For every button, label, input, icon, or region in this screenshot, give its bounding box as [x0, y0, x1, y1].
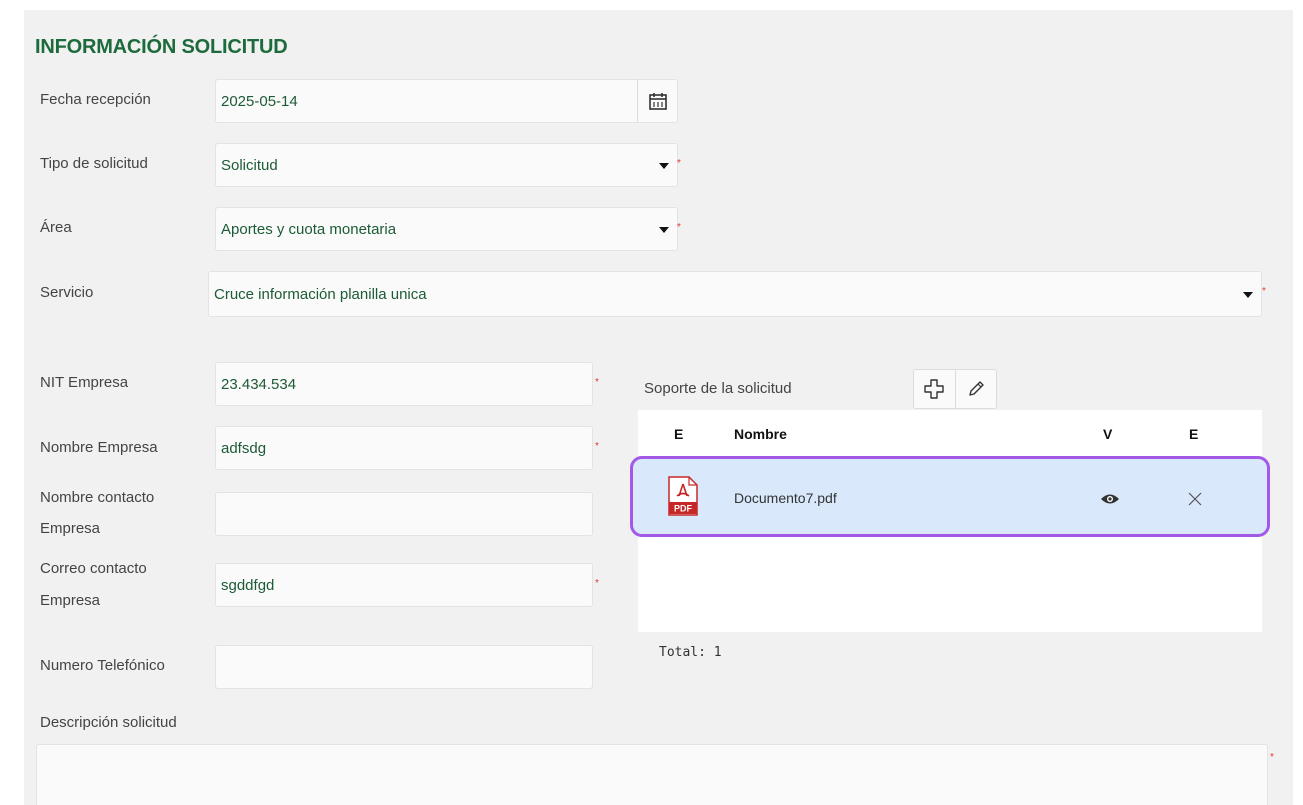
- column-header-e: E: [674, 426, 684, 442]
- nit-empresa-label: NIT Empresa: [40, 374, 129, 391]
- required-mark: *: [677, 158, 681, 169]
- column-header-e2: E: [1189, 426, 1199, 442]
- required-mark: *: [595, 441, 599, 452]
- nombre-empresa-value: adfsdg: [221, 439, 267, 457]
- correo-contacto-value: sgddfgd: [221, 576, 275, 594]
- area-value: Aportes y cuota monetaria: [221, 220, 397, 238]
- nombre-empresa-input[interactable]: adfsdg: [215, 426, 593, 470]
- attachment-name: Documento7.pdf: [734, 490, 837, 506]
- column-header-nombre: Nombre: [734, 426, 787, 442]
- attachments-total: Total: 1: [659, 645, 722, 660]
- correo-contacto-label-line2: Empresa: [40, 592, 101, 609]
- eye-icon[interactable]: [1100, 492, 1120, 506]
- edit-attachment-button[interactable]: [954, 370, 997, 408]
- nombre-contacto-label-line1: Nombre contacto: [40, 489, 155, 506]
- section-title: INFORMACIÓN SOLICITUD: [35, 36, 288, 58]
- calendar-button[interactable]: [637, 79, 678, 122]
- required-mark: *: [595, 377, 599, 388]
- descripcion-textarea[interactable]: [36, 744, 1268, 805]
- numero-telefonico-input[interactable]: [215, 645, 593, 689]
- tipo-solicitud-select[interactable]: Solicitud: [215, 143, 678, 187]
- servicio-label: Servicio: [40, 284, 94, 301]
- tipo-solicitud-label: Tipo de solicitud: [40, 155, 148, 172]
- pdf-file-icon-text: PDF: [674, 504, 693, 514]
- pencil-icon: [969, 381, 984, 396]
- descripcion-label: Descripción solicitud: [40, 714, 177, 731]
- fecha-recepcion-value: 2025-05-14: [221, 92, 298, 110]
- chevron-down-icon[interactable]: [1243, 292, 1253, 298]
- column-header-v: V: [1103, 426, 1113, 442]
- nombre-contacto-label-line2: Empresa: [40, 520, 101, 537]
- correo-contacto-input[interactable]: sgddfgd: [215, 563, 593, 607]
- chevron-down-icon[interactable]: [659, 227, 669, 233]
- area-select[interactable]: Aportes y cuota monetaria: [215, 207, 678, 251]
- numero-telefonico-label: Numero Telefónico: [40, 657, 165, 674]
- fecha-recepcion-input[interactable]: 2025-05-14: [215, 79, 678, 123]
- attachments-toolbar: [913, 369, 997, 409]
- plus-icon: [924, 379, 944, 399]
- required-mark: *: [595, 578, 599, 589]
- chevron-down-icon[interactable]: [659, 163, 669, 169]
- table-row[interactable]: PDF Documento7.pdf: [630, 456, 1270, 537]
- required-mark: *: [1270, 752, 1274, 763]
- nombre-empresa-label: Nombre Empresa: [40, 439, 158, 456]
- nombre-contacto-input[interactable]: [215, 492, 593, 536]
- servicio-value: Cruce información planilla unica: [214, 285, 427, 303]
- area-label: Área: [40, 219, 72, 236]
- close-icon[interactable]: [1188, 492, 1202, 506]
- pdf-file-icon: PDF: [668, 476, 698, 516]
- tipo-solicitud-value: Solicitud: [221, 156, 278, 174]
- add-attachment-button[interactable]: [914, 370, 955, 408]
- soporte-label: Soporte de la solicitud: [644, 380, 792, 397]
- required-mark: *: [1262, 286, 1266, 297]
- nit-empresa-input[interactable]: 23.434.534: [215, 362, 593, 406]
- required-mark: *: [677, 222, 681, 233]
- correo-contacto-label-line1: Correo contacto: [40, 560, 147, 577]
- servicio-select[interactable]: Cruce información planilla unica: [208, 271, 1262, 317]
- calendar-icon: [649, 92, 667, 110]
- nit-empresa-value: 23.434.534: [221, 375, 297, 393]
- fecha-recepcion-label: Fecha recepción: [40, 91, 151, 108]
